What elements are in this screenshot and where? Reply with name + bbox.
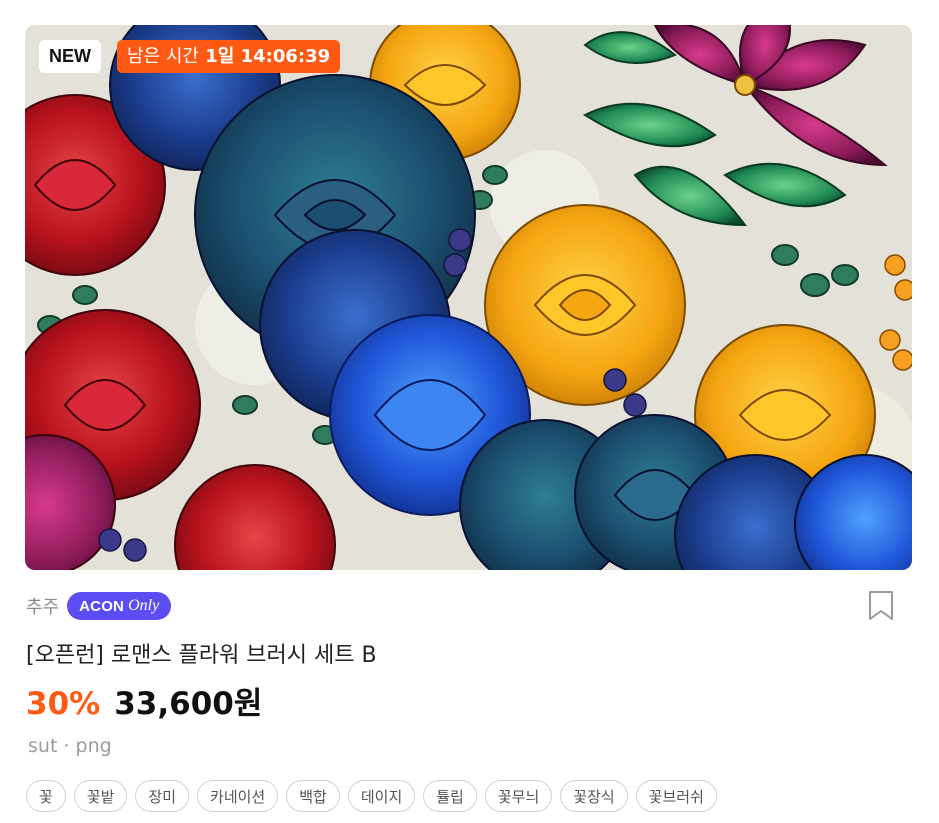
price-row: 30% 33,600원 xyxy=(26,678,262,723)
tag-chip[interactable]: 꽃브러쉬 xyxy=(635,780,717,812)
product-thumbnail[interactable] xyxy=(25,25,912,570)
discount-rate: 30% xyxy=(26,686,101,722)
meta-row: 추주 ACON Only xyxy=(26,591,172,621)
flower-illustration xyxy=(25,25,912,570)
time-remaining-badge: 남은 시간 1일 14:06:39 xyxy=(117,40,341,73)
bookmark-icon[interactable] xyxy=(866,590,896,622)
tag-chip[interactable]: 꽃 xyxy=(26,780,66,812)
time-remaining-label: 남은 시간 xyxy=(127,46,199,67)
acon-only-badge: ACON Only xyxy=(67,592,172,620)
author-name[interactable]: 추주 xyxy=(26,593,59,619)
time-remaining-value: 1일 14:06:39 xyxy=(205,46,331,67)
tag-chip[interactable]: 데이지 xyxy=(347,780,416,812)
tag-chip[interactable]: 카네이션 xyxy=(197,780,279,812)
tag-chip[interactable]: 백합 xyxy=(286,780,340,812)
tag-chip[interactable]: 꽃장식 xyxy=(560,780,628,812)
sale-price: 33,600원 xyxy=(114,686,263,722)
tag-chip[interactable]: 꽃밭 xyxy=(73,780,128,812)
acon-label: ACON xyxy=(79,597,125,615)
tag-chip[interactable]: 꽃무늬 xyxy=(484,780,553,812)
only-label: Only xyxy=(128,597,160,614)
tag-chip[interactable]: 장미 xyxy=(135,780,190,812)
new-badge: NEW xyxy=(39,40,101,73)
tag-list: 꽃 꽃밭 장미 카네이션 백합 데이지 튤립 꽃무늬 꽃장식 꽃브러쉬 xyxy=(26,780,717,812)
product-title[interactable]: [오픈런] 로맨스 플라워 브러시 세트 B xyxy=(26,637,377,669)
tag-chip[interactable]: 튤립 xyxy=(423,780,477,812)
file-formats: sut · png xyxy=(28,735,112,757)
